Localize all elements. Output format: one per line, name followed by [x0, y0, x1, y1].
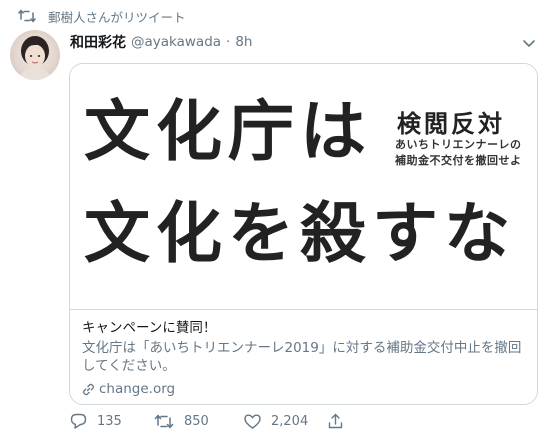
display-name[interactable]: 和田彩花: [70, 32, 126, 52]
retweet-count: 850: [184, 413, 209, 429]
retweet-context-text: 郵樹人さんがリツイート: [48, 9, 186, 25]
card-domain-text: change.org: [99, 381, 176, 397]
retweet-icon: [154, 414, 174, 429]
card-description: 文化庁は「あいちトリエンナーレ2019」に対する補助金交付中止を撤回してください…: [82, 340, 522, 374]
reply-icon: [70, 413, 87, 429]
retweet-icon: [18, 8, 40, 24]
separator-dot: ·: [226, 34, 231, 50]
card-image-headline-1: 文化庁は: [84, 93, 372, 170]
tweet-actions: 135 850 2,204: [70, 410, 353, 432]
like-button[interactable]: 2,204: [244, 414, 328, 429]
avatar[interactable]: [10, 30, 60, 80]
retweet-button[interactable]: 850: [154, 414, 244, 429]
avatar-photo: [18, 36, 52, 80]
chevron-down-icon[interactable]: [522, 35, 536, 49]
link-card[interactable]: 文化庁は 文化を殺すな 検閲反対 あいちトリエンナーレの 補助金不交付を撤回せよ…: [69, 63, 538, 405]
card-image-side-line-2: 補助金不交付を撤回せよ: [395, 154, 522, 167]
heart-icon: [244, 414, 261, 429]
retweet-context[interactable]: 郵樹人さんがリツイート: [18, 6, 186, 26]
timestamp[interactable]: 8h: [235, 34, 252, 50]
link-icon: [83, 383, 94, 395]
card-image: 文化庁は 文化を殺すな 検閲反対 あいちトリエンナーレの 補助金不交付を撤回せよ: [70, 64, 537, 310]
card-image-side-title: 検閲反対: [397, 110, 505, 138]
tweet-header: 和田彩花 @ayakawada · 8h: [70, 32, 538, 52]
card-domain: change.org: [82, 381, 527, 397]
share-button[interactable]: [328, 413, 353, 429]
card-text: キャンペーンに賛同！ 文化庁は「あいちトリエンナーレ2019」に対する補助金交付…: [82, 319, 527, 397]
card-image-headline-2: 文化を殺すな: [84, 195, 516, 272]
card-title: キャンペーンに賛同！: [82, 320, 217, 336]
user-handle[interactable]: @ayakawada: [131, 34, 221, 50]
share-icon: [328, 413, 343, 429]
like-count: 2,204: [271, 413, 309, 429]
reply-button[interactable]: 135: [70, 413, 154, 429]
reply-count: 135: [97, 413, 122, 429]
card-image-side-line-1: あいちトリエンナーレの: [395, 138, 522, 151]
